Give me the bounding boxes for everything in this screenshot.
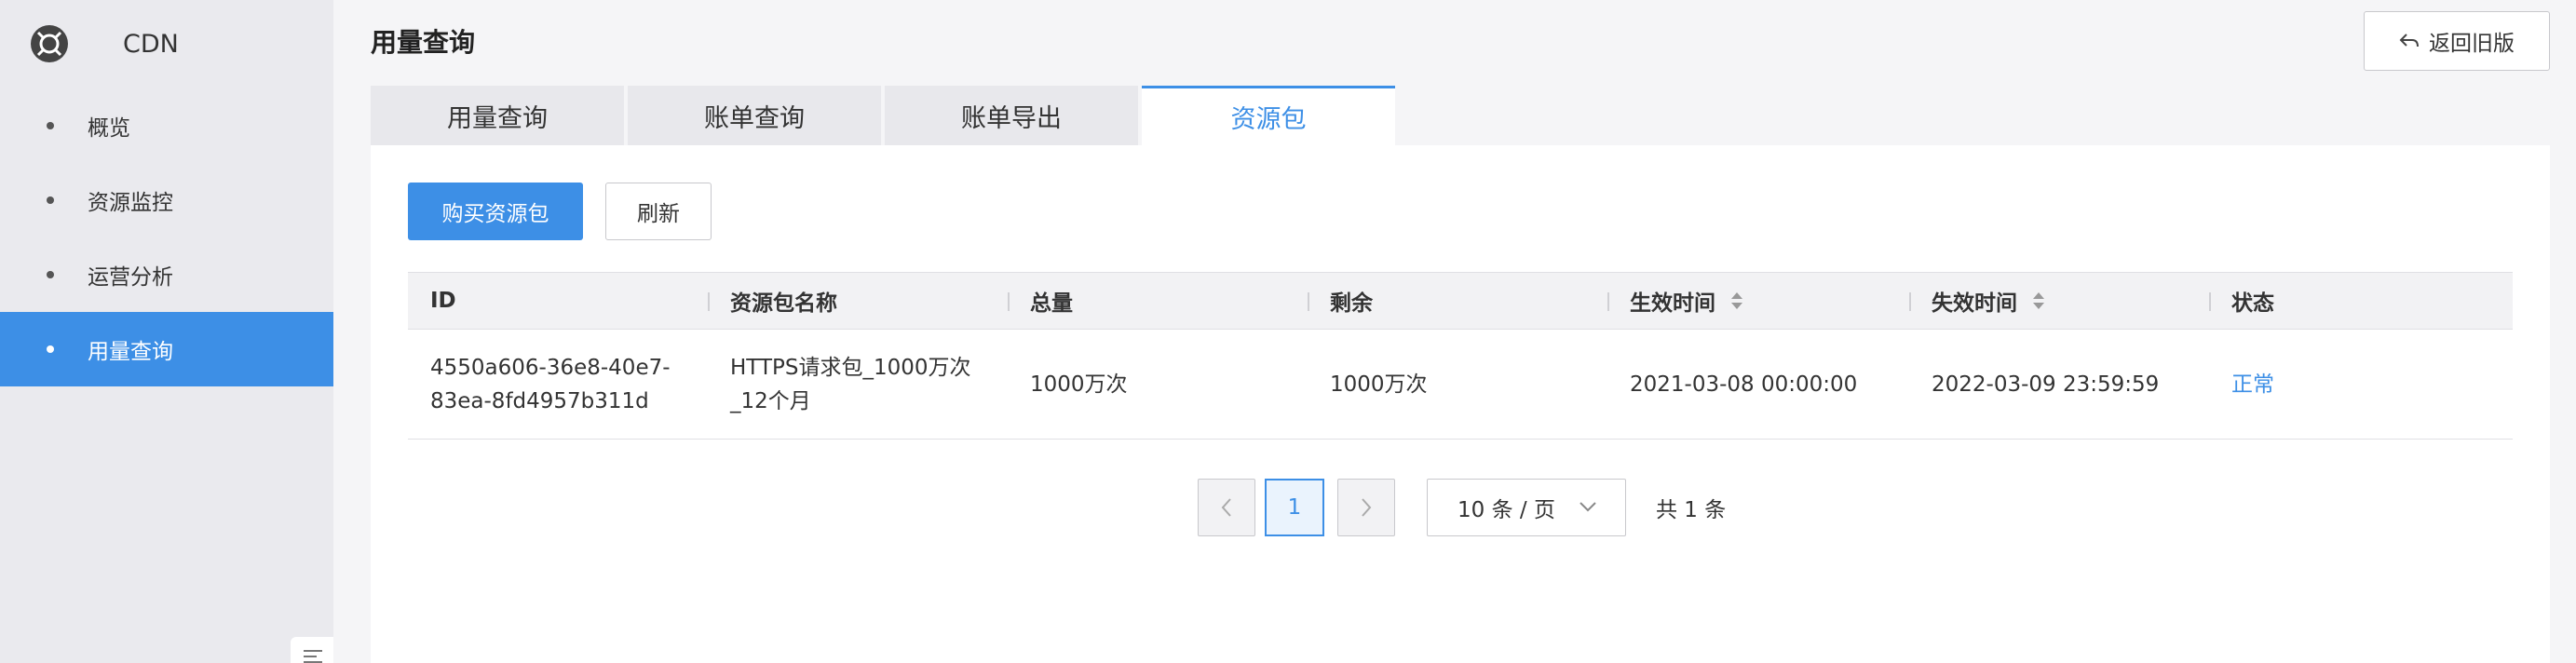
- bullet-icon: [47, 196, 54, 204]
- pagination-page-1[interactable]: 1: [1265, 479, 1324, 536]
- tab-bill-query[interactable]: 账单查询: [628, 86, 881, 145]
- column-header-label: 生效时间: [1630, 291, 1715, 316]
- pagination-total: 共 1 条: [1656, 498, 1727, 522]
- cell-name-line: _12个月: [730, 388, 811, 413]
- cell-id: 4550a606-36e8-40e7- 83ea-8fd4957b311d: [408, 351, 708, 418]
- chevron-left-icon: [1221, 498, 1231, 517]
- column-header-label: ID: [430, 289, 456, 313]
- sidebar: CDN 概览 资源监控 运营分析 用量查询: [0, 0, 333, 663]
- tab-usage-query[interactable]: 用量查询: [371, 86, 624, 145]
- refresh-button[interactable]: 刷新: [605, 183, 712, 240]
- column-divider: [1607, 292, 1609, 311]
- cell-end-time: 2022-03-09 23:59:59: [1932, 372, 2160, 397]
- sidebar-item-label: 运营分析: [88, 265, 173, 290]
- page-size-value: 10 条 / 页: [1457, 498, 1555, 522]
- sidebar-item-resource-monitor[interactable]: 资源监控: [0, 163, 333, 237]
- resource-package-table: ID 资源包名称 总量 剩余 生效时间 失效时间 状态 4550a606-36e…: [408, 272, 2513, 440]
- sidebar-collapse-handle[interactable]: [291, 637, 333, 663]
- pagination-next-button[interactable]: [1337, 479, 1395, 536]
- sidebar-item-label: 用量查询: [88, 340, 173, 364]
- column-header-remaining: 剩余: [1308, 273, 1607, 329]
- pagination-prev-button[interactable]: [1198, 479, 1255, 536]
- bullet-icon: [47, 271, 54, 278]
- column-header-label: 状态: [2231, 291, 2274, 316]
- cell-total: 1000万次: [1030, 372, 1128, 397]
- sidebar-item-usage-query[interactable]: 用量查询: [0, 312, 333, 386]
- sort-icon[interactable]: [1730, 291, 1743, 311]
- tab-bar: 用量查询 账单查询 账单导出 资源包: [371, 86, 1399, 145]
- column-divider: [2209, 292, 2211, 311]
- column-header-label: 剩余: [1330, 291, 1373, 316]
- brand: CDN: [30, 19, 179, 69]
- back-button-label: 返回旧版: [2429, 32, 2515, 56]
- sidebar-item-operation-analysis[interactable]: 运营分析: [0, 237, 333, 312]
- column-divider: [1909, 292, 1911, 311]
- cell-remaining: 1000万次: [1330, 372, 1428, 397]
- cell-id-line: 4550a606-36e8-40e7-: [430, 355, 671, 380]
- sidebar-item-label: 概览: [88, 116, 130, 141]
- bullet-icon: [47, 122, 54, 129]
- column-header-total: 总量: [1008, 273, 1308, 329]
- brand-name: CDN: [123, 29, 179, 59]
- column-header-label: 资源包名称: [730, 291, 837, 316]
- content-panel: 购买资源包 刷新 ID 资源包名称 总量 剩余 生效时间 失效时间 状态 455…: [371, 145, 2550, 663]
- tab-resource-package[interactable]: 资源包: [1142, 86, 1395, 145]
- app-root: CDN 概览 资源监控 运营分析 用量查询 用量查询 返回旧版 用量查询 账单查…: [0, 0, 2576, 663]
- column-header-name: 资源包名称: [708, 273, 1008, 329]
- back-to-old-version-button[interactable]: 返回旧版: [2364, 11, 2550, 71]
- column-header-end-time[interactable]: 失效时间: [1909, 273, 2209, 329]
- sidebar-item-label: 资源监控: [88, 191, 173, 215]
- column-divider: [1008, 292, 1010, 311]
- sidebar-item-overview[interactable]: 概览: [0, 88, 333, 163]
- chevron-right-icon: [1362, 498, 1372, 517]
- cell-id-line: 83ea-8fd4957b311d: [430, 388, 649, 413]
- column-header-id: ID: [408, 273, 708, 329]
- bullet-icon: [47, 345, 54, 353]
- cell-name-line: HTTPS请求包_1000万次: [730, 355, 971, 380]
- reply-arrow-icon: [2399, 34, 2419, 47]
- page-title: 用量查询: [371, 27, 476, 58]
- table-row: 4550a606-36e8-40e7- 83ea-8fd4957b311d HT…: [408, 330, 2513, 440]
- column-header-label: 总量: [1030, 291, 1073, 316]
- status-badge: 正常: [2231, 372, 2274, 397]
- cdn-logo-icon: [31, 25, 68, 62]
- page-size-select[interactable]: 10 条 / 页: [1427, 479, 1626, 536]
- collapse-menu-icon: [304, 650, 322, 663]
- column-header-start-time[interactable]: 生效时间: [1607, 273, 1909, 329]
- sort-icon[interactable]: [2032, 291, 2045, 311]
- cell-package-name: HTTPS请求包_1000万次 _12个月: [708, 351, 1008, 418]
- column-header-label: 失效时间: [1932, 291, 2017, 316]
- chevron-down-icon: [1579, 502, 1596, 512]
- column-header-status: 状态: [2209, 273, 2513, 329]
- cell-start-time: 2021-03-08 00:00:00: [1630, 372, 1858, 397]
- column-divider: [708, 292, 710, 311]
- table-header: ID 资源包名称 总量 剩余 生效时间 失效时间 状态: [408, 272, 2513, 330]
- tab-bill-export[interactable]: 账单导出: [885, 86, 1138, 145]
- column-divider: [1308, 292, 1309, 311]
- buy-resource-package-button[interactable]: 购买资源包: [408, 183, 583, 240]
